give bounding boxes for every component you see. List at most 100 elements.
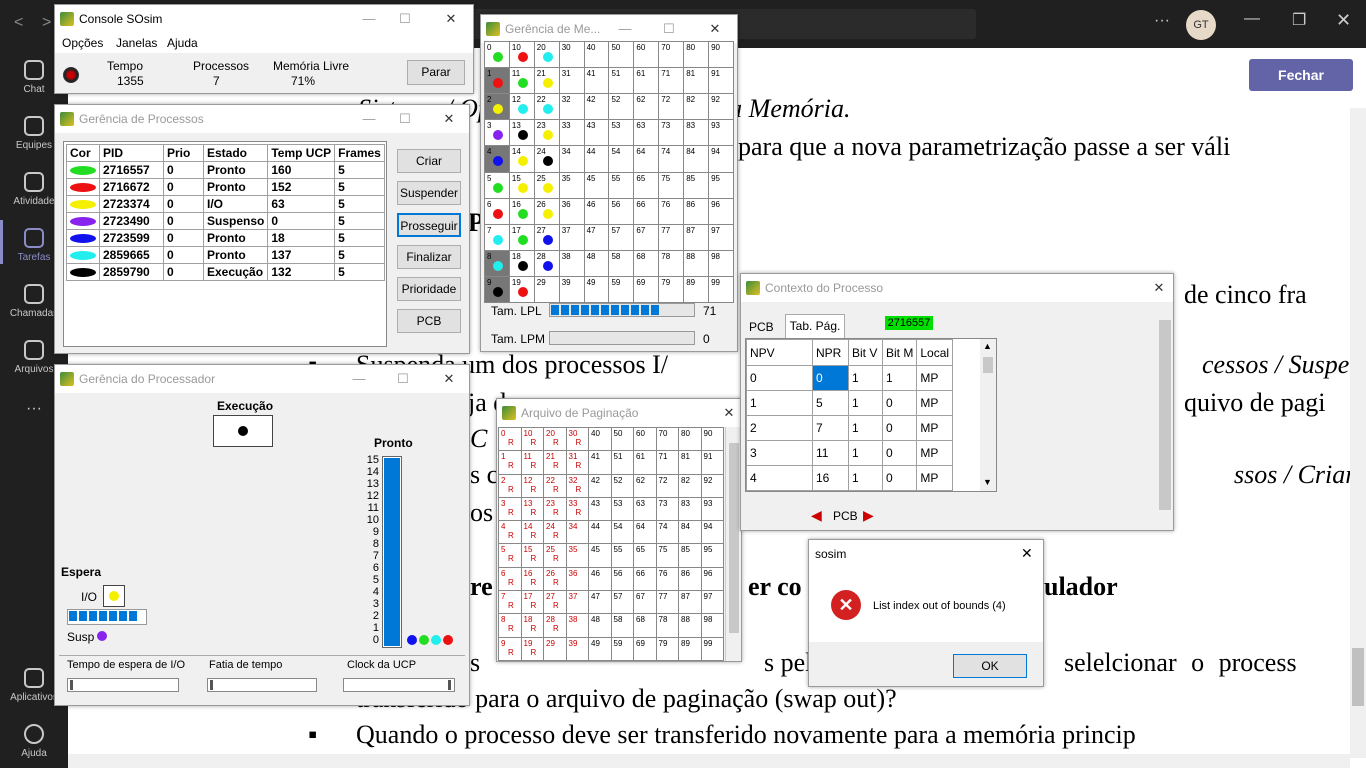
close-share-button[interactable]: Fechar [1249, 59, 1353, 91]
minimize-icon[interactable]: — [355, 105, 383, 133]
slot-number: 38 [568, 615, 578, 625]
scroll-thumb[interactable] [1159, 320, 1171, 510]
maximize-icon[interactable]: ☐ [391, 105, 419, 133]
table-row[interactable]: 2723490 0 Suspenso 0 5 [66, 212, 385, 230]
table-row[interactable]: 2723374 0 I/O 63 5 [66, 195, 385, 213]
ok-button[interactable]: OK [953, 654, 1027, 678]
restore-icon[interactable]: ❐ [1292, 10, 1306, 30]
paging-file-titlebar[interactable]: Arquivo de Paginação ✕ [497, 399, 741, 427]
stop-button[interactable]: Parar [407, 60, 465, 85]
table-row[interactable]: 2859790 0 Execução 132 5 [66, 263, 385, 281]
memory-frame: 91 [709, 68, 734, 95]
memory-frame: 59 [609, 276, 635, 303]
close-icon[interactable]: ✕ [435, 365, 463, 393]
create-button[interactable]: Criar [397, 149, 461, 173]
ready-scale-tick: 14 [366, 466, 379, 478]
finish-button[interactable]: Finalizar [397, 245, 461, 269]
frame-number: 5 [487, 173, 492, 183]
cpu-manager-titlebar[interactable]: Gerência do Processador — ☐ ✕ [55, 365, 469, 393]
memory-frame: 37 [559, 224, 585, 251]
page-slot: 60 [634, 428, 657, 452]
tab-pcb[interactable]: PCB [749, 320, 774, 334]
maximize-icon[interactable]: ☐ [391, 5, 419, 33]
ready-scale-tick: 15 [366, 454, 379, 466]
memory-frame: 8 [485, 250, 510, 277]
page-table-scrollbar[interactable]: ▲ ▼ [980, 339, 996, 491]
frame-number: 86 [686, 199, 696, 209]
minimize-icon[interactable]: — [611, 15, 639, 43]
arrow-right-icon[interactable]: ▶ [863, 507, 874, 524]
priority-button[interactable]: Prioridade [397, 277, 461, 301]
dialog-titlebar[interactable]: sosim ✕ [809, 540, 1043, 568]
scroll-thumb[interactable] [729, 443, 739, 633]
close-icon[interactable]: ✕ [435, 105, 463, 133]
cpu-clock-slider[interactable] [343, 678, 455, 692]
slot-number: 82 [681, 475, 690, 485]
menu-janelas[interactable]: Janelas [116, 36, 157, 50]
table-row[interactable]: 2716557 0 Pronto 160 5 [66, 161, 385, 179]
pcb-button[interactable]: PCB [397, 309, 461, 333]
close-icon[interactable]: ✕ [1336, 10, 1351, 31]
suspend-button[interactable]: Suspender [397, 181, 461, 205]
table-row[interactable]: 3 11 1 0 MP [746, 440, 954, 466]
process-manager-titlebar[interactable]: Gerência de Processos — ☐ ✕ [55, 105, 469, 133]
memory-frame: 4 [485, 146, 510, 173]
process-context-titlebar[interactable]: Contexto do Processo ✕ [741, 274, 1173, 302]
scroll-up-icon[interactable]: ▲ [983, 341, 992, 351]
arrow-left-icon[interactable]: ◀ [811, 507, 822, 524]
table-row[interactable]: 2723599 0 Pronto 18 5 [66, 229, 385, 247]
color-cell [66, 212, 100, 230]
close-icon[interactable]: ✕ [701, 15, 729, 43]
close-icon[interactable]: ✕ [1021, 545, 1033, 562]
pcb-nav-label[interactable]: PCB [833, 509, 858, 523]
paging-scrollbar[interactable] [725, 427, 741, 661]
tab-page-table[interactable]: Tab. Pág. [785, 314, 845, 338]
console-titlebar[interactable]: Console SOsim — ☐ ✕ [55, 5, 473, 33]
table-row[interactable]: 1 5 1 0 MP [746, 390, 954, 416]
scroll-down-icon[interactable]: ▼ [983, 477, 992, 487]
page-slot: 40 [589, 428, 612, 452]
table-row[interactable]: 4 16 1 0 MP [746, 465, 954, 491]
progress-segment [651, 305, 659, 315]
table-row[interactable]: 2716672 0 Pronto 152 5 [66, 178, 385, 196]
minimize-icon[interactable]: — [355, 5, 383, 33]
slot-number: 78 [658, 615, 668, 625]
slider-thumb[interactable] [70, 680, 73, 690]
time-slice-slider[interactable] [207, 678, 317, 692]
close-icon[interactable]: ✕ [1145, 274, 1173, 302]
page-slot: 21 R [544, 451, 567, 475]
menu-ajuda[interactable]: Ajuda [167, 36, 198, 50]
table-row[interactable]: 0 0 1 1 MP [746, 365, 954, 391]
close-icon[interactable]: ✕ [437, 5, 465, 33]
frame-number: 33 [561, 121, 571, 131]
back-icon[interactable]: < [14, 14, 23, 32]
context-scrollbar[interactable] [1157, 304, 1173, 530]
table-row[interactable]: 2 7 1 0 MP [746, 415, 954, 441]
error-icon: ✕ [831, 590, 861, 620]
slot-number: 50 [613, 429, 623, 438]
memory-manager-titlebar[interactable]: Gerência de Me... — ☐ ✕ [481, 15, 737, 43]
minimize-icon[interactable]: — [1244, 10, 1260, 28]
scroll-thumb[interactable] [983, 357, 993, 373]
doc-scroll-thumb[interactable] [1352, 648, 1364, 706]
frame-number: 12 [511, 95, 521, 105]
io-wait-slider[interactable] [67, 678, 179, 692]
slider-thumb[interactable] [210, 680, 213, 690]
minimize-icon[interactable]: — [345, 365, 373, 393]
slot-number: 64 [636, 522, 645, 532]
dialog-body: ✕ List index out of bounds (4) [809, 568, 1043, 642]
avatar[interactable]: GT [1186, 10, 1216, 40]
slider-thumb[interactable] [448, 680, 451, 690]
forward-icon[interactable]: > [42, 14, 51, 32]
close-icon[interactable]: ✕ [715, 399, 743, 427]
more-options-icon[interactable]: ··· [1154, 12, 1170, 30]
doc-line: C [470, 424, 488, 453]
menu-opcoes[interactable]: Opções [62, 36, 103, 50]
maximize-icon[interactable]: ☐ [389, 365, 417, 393]
doc-horizontal-scrollbar[interactable] [68, 754, 1350, 768]
maximize-icon[interactable]: ☐ [655, 15, 683, 43]
rail-help[interactable]: Ajuda [0, 724, 68, 759]
table-row[interactable]: 2859665 0 Pronto 137 5 [66, 246, 385, 264]
resume-button[interactable]: Prosseguir [397, 213, 461, 237]
slot-number: 19 [523, 638, 533, 648]
